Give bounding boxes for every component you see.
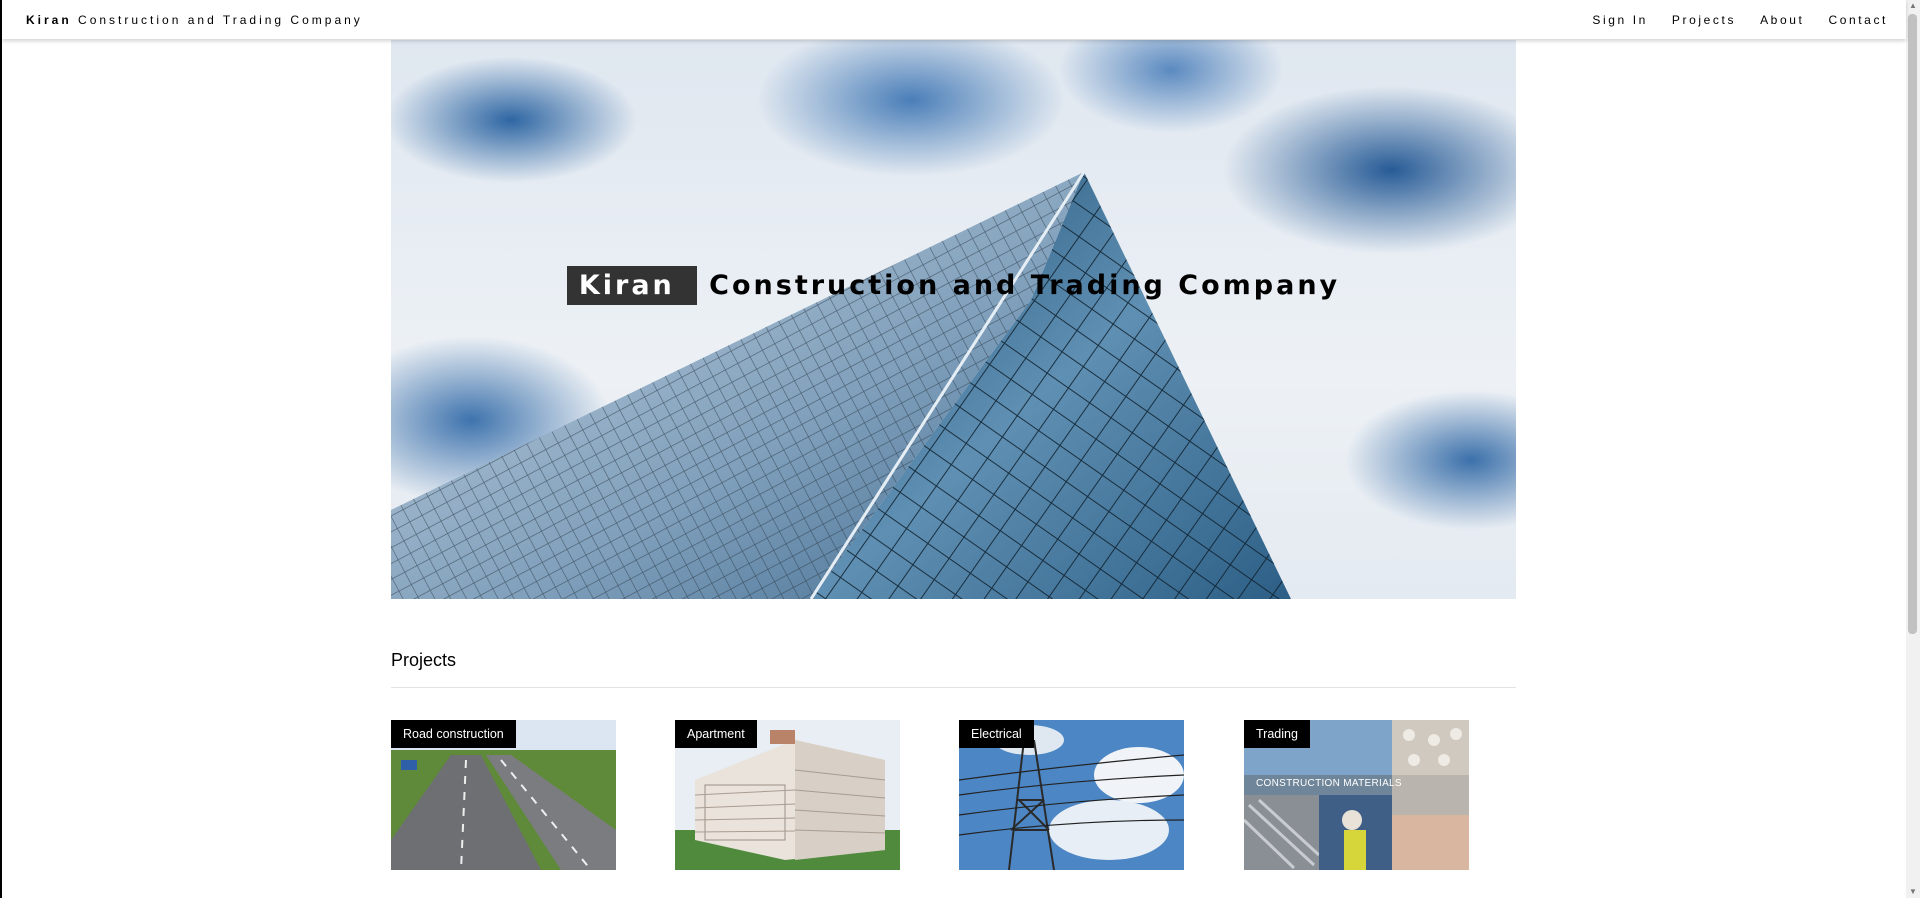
project-card-trading[interactable]: Trading CONSTRUCTION MATERIALS [1244, 720, 1469, 870]
project-card-road-construction[interactable]: Road construction [391, 720, 616, 870]
scrollbar-thumb[interactable] [1908, 14, 1917, 634]
card-label-electrical: Electrical [959, 720, 1034, 748]
scroll-down-arrow-icon[interactable]: ▼ [1909, 888, 1917, 896]
brand-name-rest: Construction and Trading Company [71, 13, 363, 27]
hero-title: Kiran Construction and Trading Company [391, 266, 1516, 306]
brand-logo[interactable]: Kiran Construction and Trading Company [26, 13, 363, 27]
nav-projects[interactable]: Projects [1672, 13, 1736, 27]
card-label-trading: Trading [1244, 720, 1310, 748]
nav-contact[interactable]: Contact [1828, 13, 1888, 27]
hero-title-rest: Construction and Trading Company [696, 270, 1341, 301]
project-card-electrical[interactable]: Electrical [959, 720, 1184, 870]
section-divider [391, 687, 1516, 688]
hero-banner: Kiran Construction and Trading Company [391, 40, 1516, 599]
window-left-edge [0, 0, 2, 898]
nav-sign-in[interactable]: Sign In [1592, 13, 1648, 27]
projects-heading: Projects [391, 650, 457, 670]
project-card-apartment[interactable]: Apartment [675, 720, 900, 870]
card-label-road-construction: Road construction [391, 720, 516, 748]
hero-title-highlight: Kiran [566, 266, 697, 305]
nav-menu: Sign In Projects About Contact [1592, 13, 1888, 27]
brand-name-bold: Kiran [26, 13, 72, 27]
card-label-apartment: Apartment [675, 720, 757, 748]
page-scrollbar[interactable]: ▲ ▼ [1906, 0, 1920, 898]
top-navbar: Kiran Construction and Trading Company S… [2, 0, 1906, 39]
card-image-text-construction-materials: CONSTRUCTION MATERIALS [1256, 778, 1402, 789]
nav-about[interactable]: About [1760, 13, 1804, 27]
skyscraper-image [391, 171, 1291, 599]
scroll-up-arrow-icon[interactable]: ▲ [1909, 2, 1917, 10]
